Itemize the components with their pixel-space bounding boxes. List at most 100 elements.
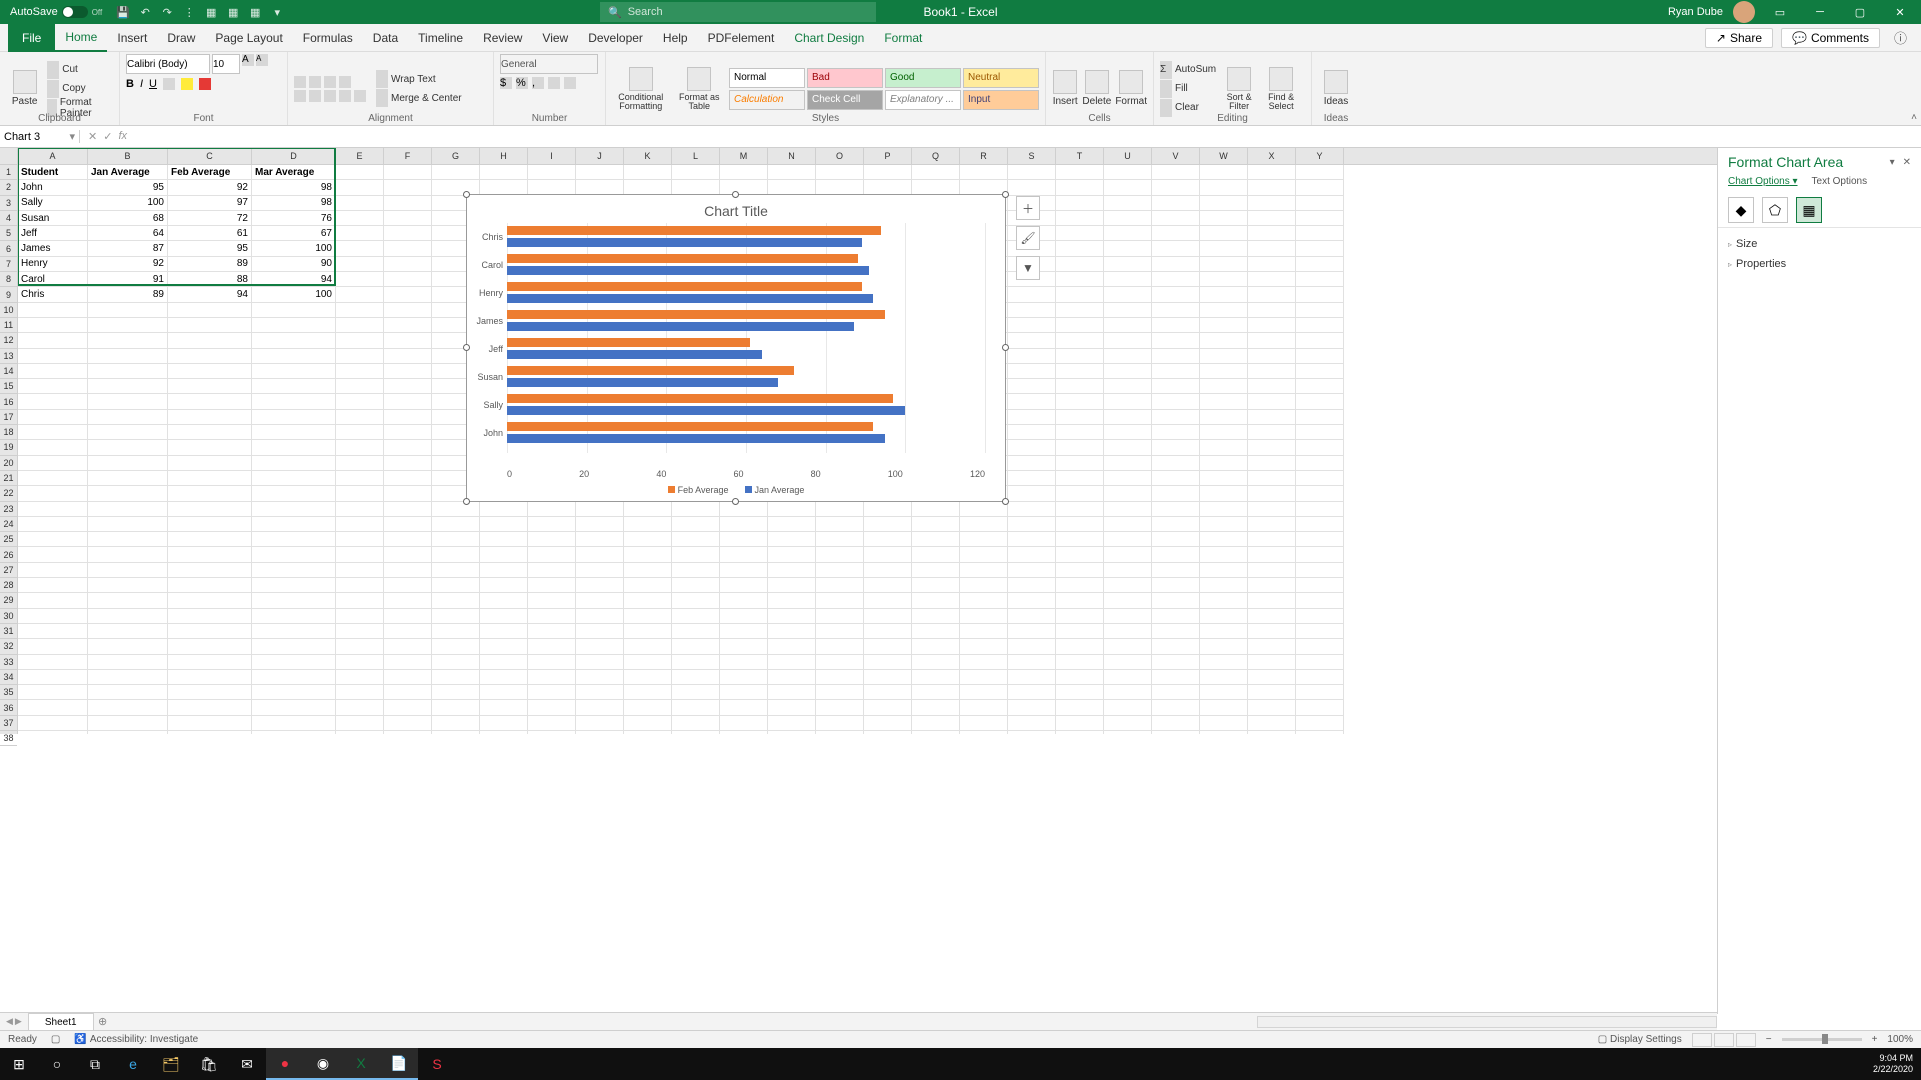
cell[interactable]	[864, 165, 912, 180]
col-header[interactable]: B	[88, 148, 168, 164]
cell[interactable]	[1200, 563, 1248, 578]
cell[interactable]	[960, 655, 1008, 670]
cell[interactable]	[18, 655, 88, 670]
cell[interactable]	[1296, 180, 1344, 195]
cell[interactable]	[1296, 318, 1344, 333]
cell[interactable]	[768, 731, 816, 734]
cell[interactable]	[1200, 471, 1248, 486]
cell[interactable]: 89	[88, 287, 168, 302]
inc-decimal-icon[interactable]	[548, 77, 560, 89]
cell[interactable]	[1104, 318, 1152, 333]
cell[interactable]	[336, 226, 384, 241]
cell[interactable]	[1200, 226, 1248, 241]
cell[interactable]	[1008, 517, 1056, 532]
cell[interactable]	[1200, 685, 1248, 700]
cell[interactable]	[1296, 394, 1344, 409]
row-header[interactable]: 2	[0, 180, 17, 195]
cell[interactable]	[336, 593, 384, 608]
cell[interactable]	[18, 333, 88, 348]
cell[interactable]	[912, 624, 960, 639]
cell[interactable]	[432, 547, 480, 562]
fill-color-icon[interactable]	[181, 78, 193, 90]
cell[interactable]	[336, 670, 384, 685]
cell[interactable]	[960, 670, 1008, 685]
style-explanatory[interactable]: Explanatory ...	[885, 90, 961, 110]
cell[interactable]: Carol	[18, 272, 88, 287]
cell[interactable]	[1248, 624, 1296, 639]
cell[interactable]	[864, 532, 912, 547]
row-header[interactable]: 34	[0, 670, 17, 685]
cell[interactable]	[384, 303, 432, 318]
cell[interactable]	[384, 685, 432, 700]
cell[interactable]	[768, 517, 816, 532]
tab-help[interactable]: Help	[653, 24, 698, 52]
cell[interactable]	[1056, 593, 1104, 608]
cell[interactable]	[1104, 257, 1152, 272]
col-header[interactable]: G	[432, 148, 480, 164]
cell[interactable]	[1104, 731, 1152, 734]
cell[interactable]	[1056, 670, 1104, 685]
row-header[interactable]: 14	[0, 364, 17, 379]
bold-button[interactable]: B	[126, 78, 134, 90]
cell[interactable]	[1296, 471, 1344, 486]
cell[interactable]	[1104, 272, 1152, 287]
cell[interactable]	[1248, 670, 1296, 685]
cell[interactable]	[960, 502, 1008, 517]
qat-icon-2[interactable]: ▦	[204, 5, 218, 19]
cell[interactable]	[1200, 532, 1248, 547]
chart-styles-button[interactable]: 🖌	[1016, 226, 1040, 250]
cell[interactable]	[1056, 685, 1104, 700]
cell[interactable]	[252, 364, 336, 379]
cell[interactable]	[336, 731, 384, 734]
cell[interactable]	[1200, 502, 1248, 517]
col-header[interactable]: E	[336, 148, 384, 164]
cell[interactable]	[88, 333, 168, 348]
cell[interactable]	[336, 639, 384, 654]
cell[interactable]	[1296, 440, 1344, 455]
cell[interactable]	[1008, 593, 1056, 608]
cell[interactable]	[1296, 241, 1344, 256]
merge-center-button[interactable]: Merge & Center	[376, 89, 462, 107]
cell[interactable]	[252, 639, 336, 654]
row-header[interactable]: 32	[0, 639, 17, 654]
cell[interactable]	[1152, 379, 1200, 394]
qat-more-icon[interactable]: ▾	[270, 5, 284, 19]
row-header[interactable]: 1	[0, 165, 17, 180]
cell[interactable]	[1248, 425, 1296, 440]
chart-bar[interactable]	[507, 366, 794, 375]
cell[interactable]	[1152, 593, 1200, 608]
cell[interactable]	[1248, 517, 1296, 532]
cell[interactable]	[576, 547, 624, 562]
cell[interactable]	[720, 502, 768, 517]
cell[interactable]	[1056, 226, 1104, 241]
user-avatar[interactable]	[1733, 1, 1755, 23]
col-header[interactable]: D	[252, 148, 336, 164]
currency-icon[interactable]: $	[500, 77, 512, 89]
cell[interactable]	[816, 578, 864, 593]
cell[interactable]	[336, 440, 384, 455]
col-header[interactable]: K	[624, 148, 672, 164]
cell[interactable]	[384, 517, 432, 532]
cell[interactable]	[336, 303, 384, 318]
cell[interactable]	[336, 333, 384, 348]
cell[interactable]	[88, 624, 168, 639]
row-header[interactable]: 16	[0, 394, 17, 409]
cell[interactable]	[912, 578, 960, 593]
cell[interactable]	[816, 639, 864, 654]
cell[interactable]	[432, 165, 480, 180]
cell[interactable]	[1296, 303, 1344, 318]
cell[interactable]	[1296, 211, 1344, 226]
col-header[interactable]: W	[1200, 148, 1248, 164]
cell[interactable]	[1248, 578, 1296, 593]
cell[interactable]	[768, 655, 816, 670]
cell[interactable]	[1152, 257, 1200, 272]
resize-handle[interactable]	[732, 191, 739, 198]
cell[interactable]	[18, 578, 88, 593]
cell[interactable]: 94	[252, 272, 336, 287]
excel-icon[interactable]: X	[342, 1048, 380, 1080]
align-top-icon[interactable]	[294, 76, 306, 88]
cell[interactable]	[1200, 410, 1248, 425]
cell[interactable]	[432, 655, 480, 670]
cell[interactable]	[528, 517, 576, 532]
pane-close-icon[interactable]: ✕	[1903, 157, 1911, 168]
